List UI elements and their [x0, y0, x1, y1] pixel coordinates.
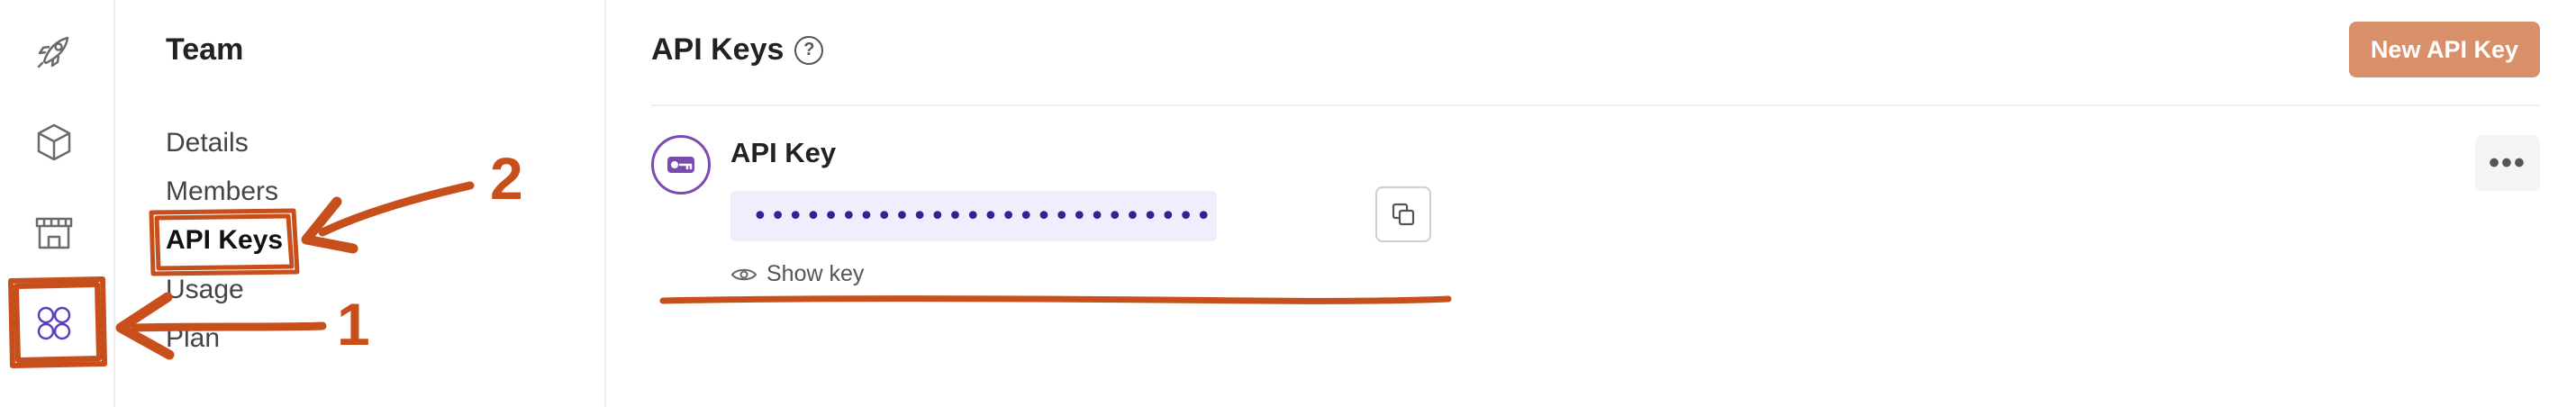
annotation-step-1: 1	[337, 291, 370, 357]
show-key-label: Show key	[766, 261, 865, 286]
rail-item-marketplace[interactable]	[21, 199, 87, 266]
subnav-item-api-keys[interactable]: API Keys	[166, 225, 283, 256]
annotation-step-2: 2	[490, 145, 523, 212]
icon-rail	[0, 0, 115, 407]
key-more-options-button[interactable]: •••	[2475, 135, 2540, 191]
eye-icon	[730, 268, 757, 280]
subnav-item-members[interactable]: Members	[166, 176, 278, 207]
show-key-toggle[interactable]: Show key	[730, 261, 864, 287]
help-icon[interactable]: ?	[794, 35, 824, 65]
apps-grid-icon	[37, 306, 71, 340]
page-title: API Keys	[651, 32, 785, 67]
store-icon	[35, 217, 73, 249]
cube-icon	[37, 123, 71, 161]
subnav-item-plan[interactable]: Plan	[166, 323, 220, 354]
subnav-item-details[interactable]: Details	[166, 128, 249, 158]
key-name: API Key	[730, 137, 837, 168]
copy-icon	[1392, 203, 1415, 226]
rail-item-team[interactable]	[21, 290, 87, 357]
key-icon	[667, 157, 694, 173]
subnav-item-usage[interactable]: Usage	[166, 275, 244, 305]
main-panel: API Keys ? New API Key API Key •••••••••…	[606, 0, 2576, 407]
subnav-title: Team	[166, 32, 244, 67]
rail-item-getting-started[interactable]	[21, 18, 87, 85]
api-key-value-field[interactable]: ••••••••••••••••••••••••••••••••	[730, 191, 1217, 241]
rocket-icon	[37, 36, 69, 68]
copy-key-button[interactable]	[1375, 186, 1431, 242]
page-title-row: API Keys ?	[651, 32, 824, 68]
key-avatar	[651, 135, 711, 194]
new-api-key-button[interactable]: New API Key	[2348, 22, 2540, 77]
header-divider	[651, 104, 2540, 106]
rail-item-models[interactable]	[21, 109, 87, 176]
